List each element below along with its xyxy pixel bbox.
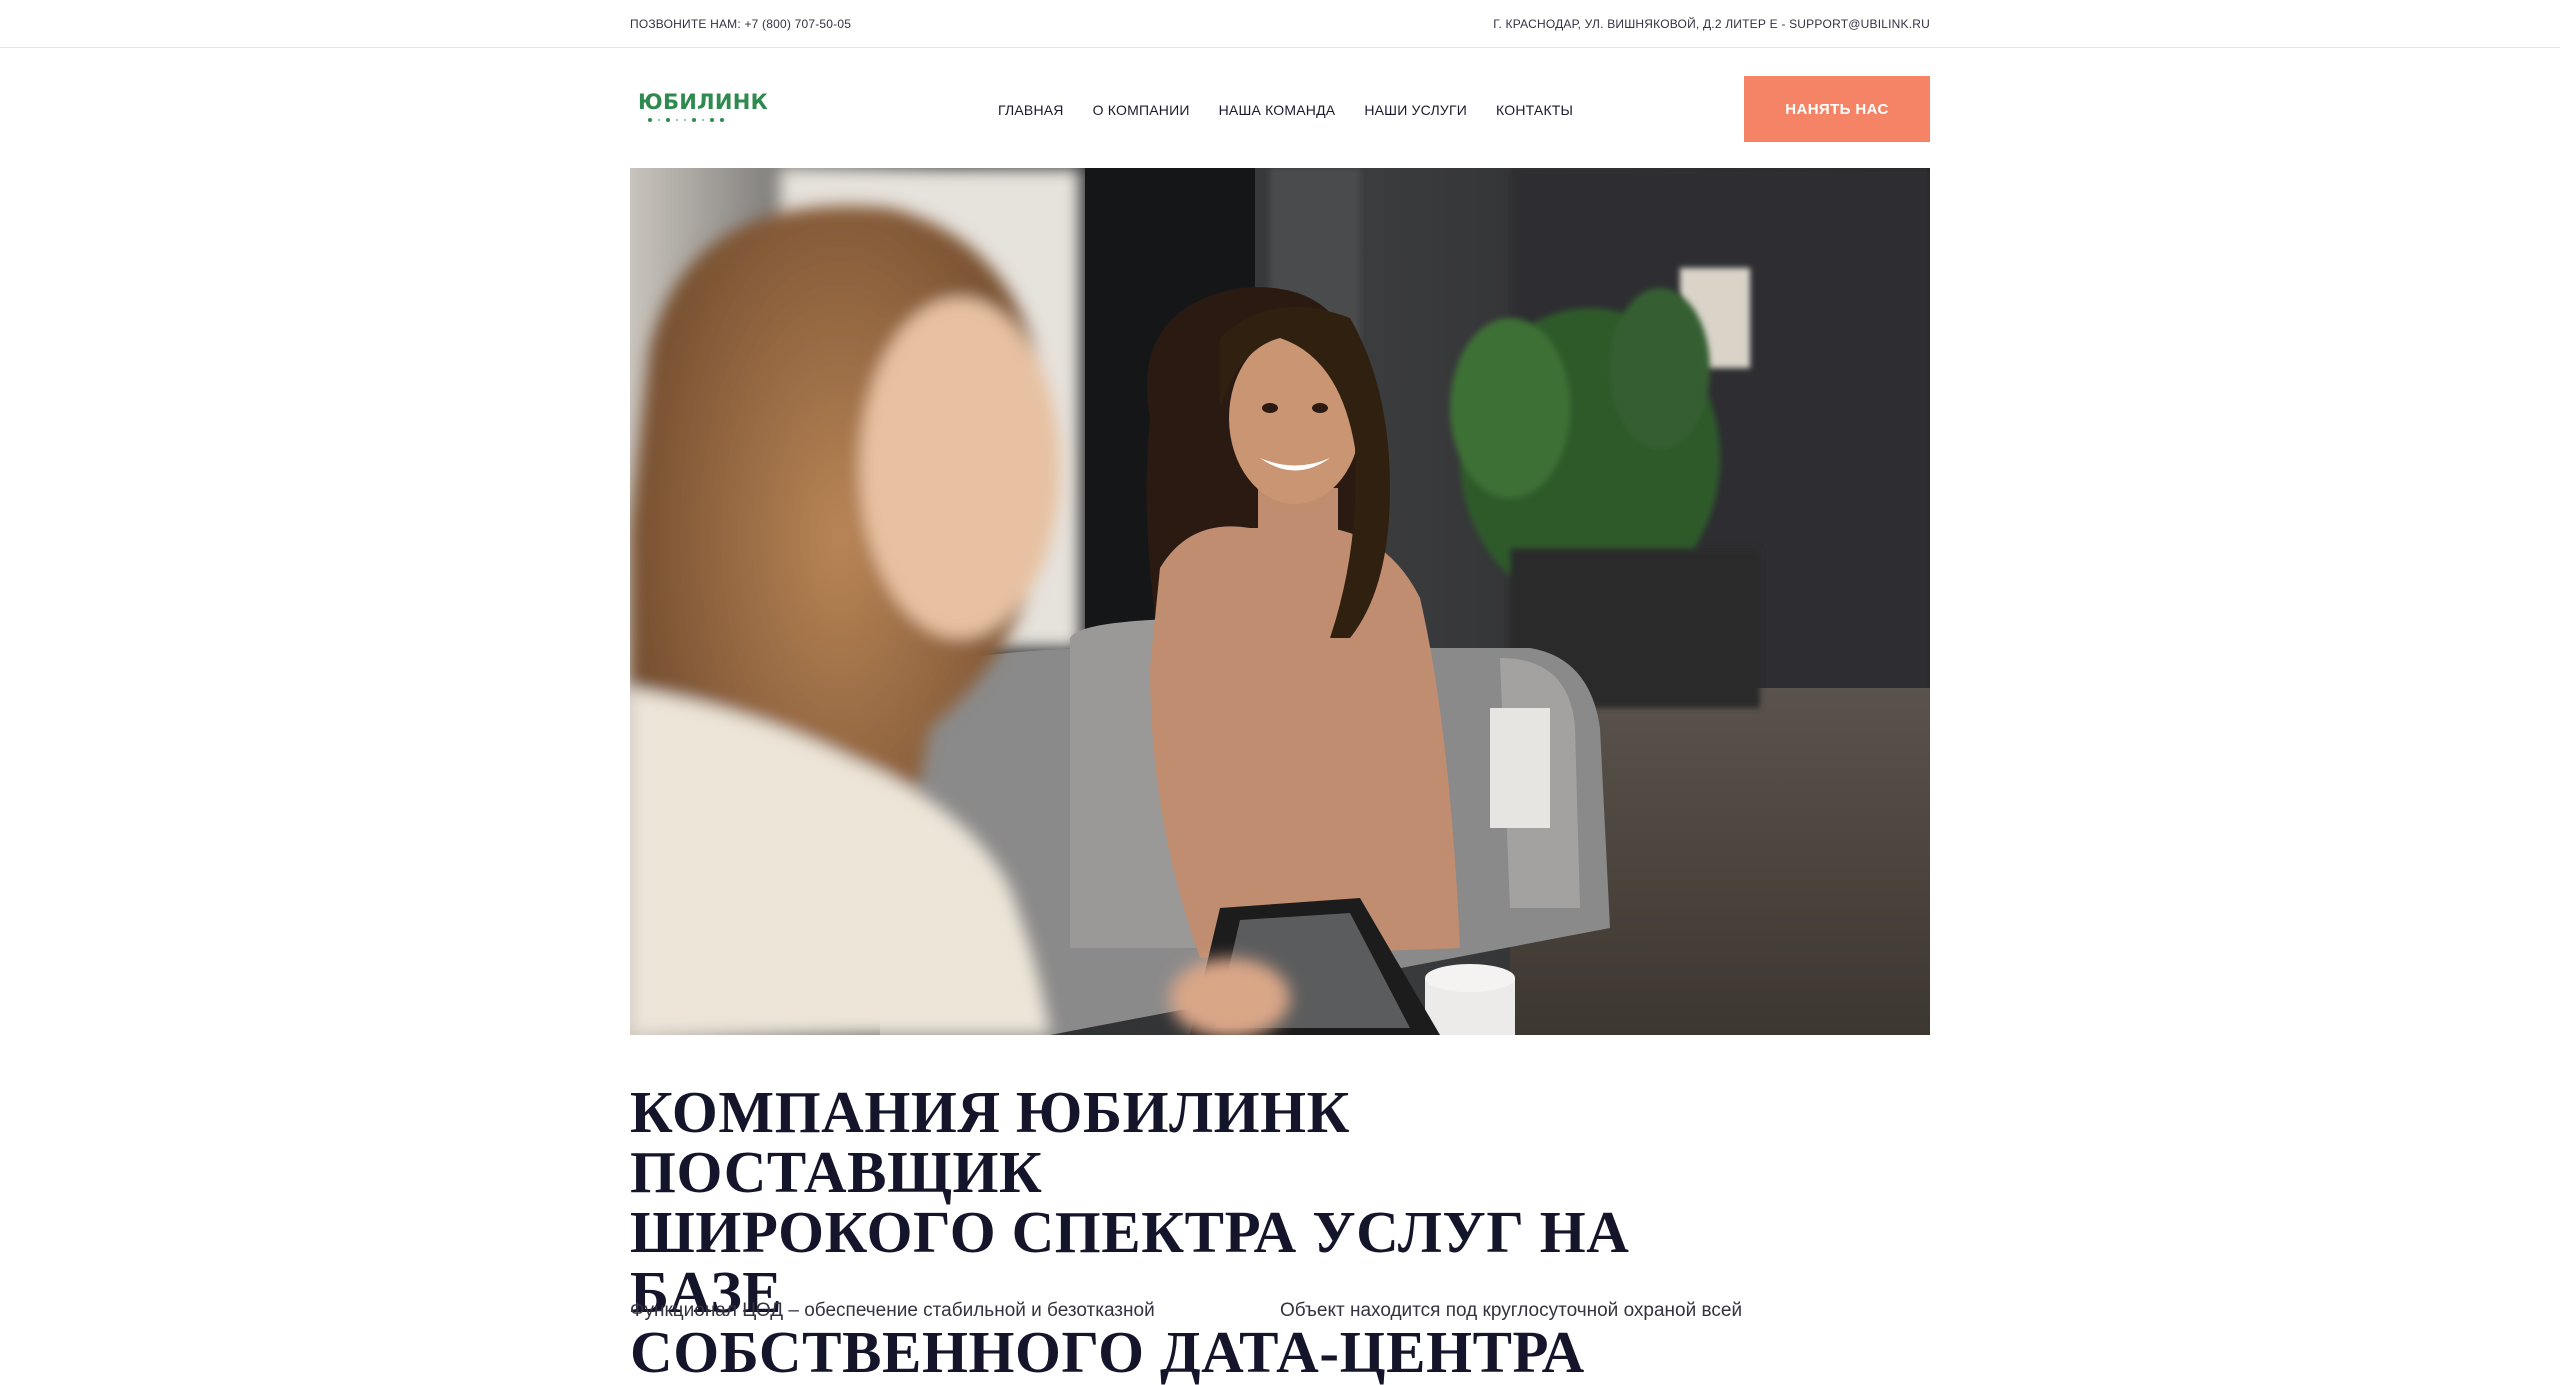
top-info-bar: ПОЗВОНИТЕ НАМ: +7 (800) 707-50-05 Г. КРА…	[0, 0, 2560, 48]
nav-item-services[interactable]: НАШИ УСЛУГИ	[1364, 100, 1467, 120]
logo-text: ЮБИЛИНК	[638, 90, 769, 114]
address-email-text[interactable]: Г. КРАСНОДАР, УЛ. ВИШНЯКОВОЙ, Д.2 ЛИТЕР …	[1493, 16, 1930, 32]
nav-item-home[interactable]: ГЛАВНАЯ	[998, 100, 1064, 120]
title-line: СОБСТВЕННОГО ДАТА-ЦЕНТРА	[630, 1319, 1585, 1385]
logo-dots-icon	[638, 118, 773, 122]
site-header: ЮБИЛИНК ГЛАВНАЯ О КОМПАНИИ НАША КОМАНДА …	[630, 48, 1930, 170]
phone-text[interactable]: ПОЗВОНИТЕ НАМ: +7 (800) 707-50-05	[630, 16, 851, 32]
hire-us-button[interactable]: НАНЯТЬ НАС	[1744, 76, 1930, 142]
main-nav: ГЛАВНАЯ О КОМПАНИИ НАША КОМАНДА НАШИ УСЛ…	[998, 100, 1602, 120]
title-line: КОМПАНИЯ ЮБИЛИНК ПОСТАВЩИК	[630, 1079, 1350, 1205]
intro-text-left: Функционал ЦОД – обеспечение стабильной …	[630, 1300, 1155, 1321]
hero-image	[630, 168, 1930, 1035]
nav-item-team[interactable]: НАША КОМАНДА	[1219, 100, 1336, 120]
logo[interactable]: ЮБИЛИНК	[638, 90, 773, 126]
nav-item-about[interactable]: О КОМПАНИИ	[1093, 100, 1190, 120]
photo-two-women-talking-icon	[630, 168, 1930, 1035]
page-title: КОМПАНИЯ ЮБИЛИНК ПОСТАВЩИК ШИРОКОГО СПЕК…	[630, 1082, 1730, 1382]
intro-text-right: Объект находится под круглосуточной охра…	[1280, 1300, 1743, 1321]
nav-item-contacts[interactable]: КОНТАКТЫ	[1496, 100, 1573, 120]
